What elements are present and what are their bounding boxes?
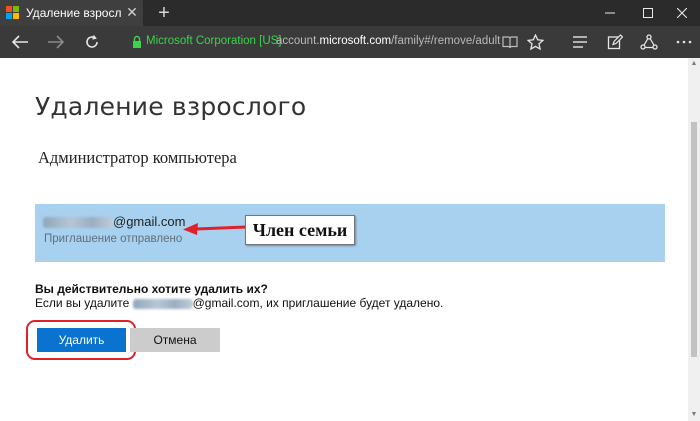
back-button[interactable] [8, 30, 32, 54]
delete-button[interactable]: Удалить [37, 328, 126, 352]
browser-tab[interactable]: Удаление взрослого ✕ [0, 0, 143, 26]
maximize-button[interactable] [630, 0, 666, 26]
scroll-thumb[interactable] [691, 122, 697, 357]
forward-button[interactable] [44, 30, 68, 54]
redacted-email-name [43, 217, 113, 229]
lock-icon [133, 35, 141, 48]
vertical-scrollbar[interactable]: ▲ ▼ [688, 58, 700, 421]
maximize-icon [643, 8, 653, 18]
url-text: account.microsoft.com/family#/remove/adu… [276, 35, 501, 47]
new-tab-button[interactable]: + [153, 2, 175, 24]
confirm-question: Вы действительно хотите удалить их? [35, 282, 268, 296]
share-button[interactable] [637, 30, 661, 54]
refresh-button[interactable] [80, 30, 104, 54]
address-bar[interactable]: Microsoft Corporation [US] account.micro… [118, 30, 554, 54]
minimize-button[interactable] [592, 0, 628, 26]
redacted-email-name [132, 298, 193, 309]
forward-icon [48, 35, 65, 49]
annotation-arrow-icon [183, 223, 248, 235]
annotation-callout: Член семьи [245, 215, 355, 245]
microsoft-logo-icon [6, 6, 19, 19]
scroll-up-icon[interactable]: ▲ [690, 60, 698, 68]
more-button[interactable] [672, 30, 696, 54]
minimize-icon [605, 12, 615, 14]
favorite-star-icon [526, 33, 544, 50]
web-note-button[interactable] [603, 30, 627, 54]
title-bar: Удаление взрослого ✕ + [0, 0, 700, 26]
certificate-label: Microsoft Corporation [US] [146, 35, 282, 47]
page-title: Удаление взрослого [35, 92, 307, 121]
reading-view-button[interactable] [498, 30, 522, 54]
confirm-warning: Если вы удалите @gmail.com, их приглашен… [35, 296, 444, 310]
tab-close-icon[interactable]: ✕ [123, 3, 141, 21]
navigation-bar: Microsoft Corporation [US] account.micro… [0, 26, 700, 58]
close-window-button[interactable] [664, 0, 700, 26]
more-icon [676, 40, 692, 44]
web-note-icon [607, 34, 623, 50]
tab-title: Удаление взрослого [26, 6, 121, 20]
share-icon [640, 34, 658, 50]
invitation-status: Приглашение отправлено [44, 233, 183, 245]
back-icon [11, 35, 28, 49]
favorite-button[interactable] [523, 30, 547, 54]
cancel-button[interactable]: Отмена [130, 328, 220, 352]
close-icon [676, 7, 688, 19]
hub-button[interactable] [568, 30, 592, 54]
refresh-icon [86, 35, 98, 48]
hub-icon [573, 36, 587, 48]
reading-view-icon [502, 36, 518, 49]
scroll-down-icon[interactable]: ▼ [690, 411, 698, 419]
role-label: Администратор компьютера [38, 148, 237, 167]
member-email: @gmail.com [43, 214, 185, 229]
